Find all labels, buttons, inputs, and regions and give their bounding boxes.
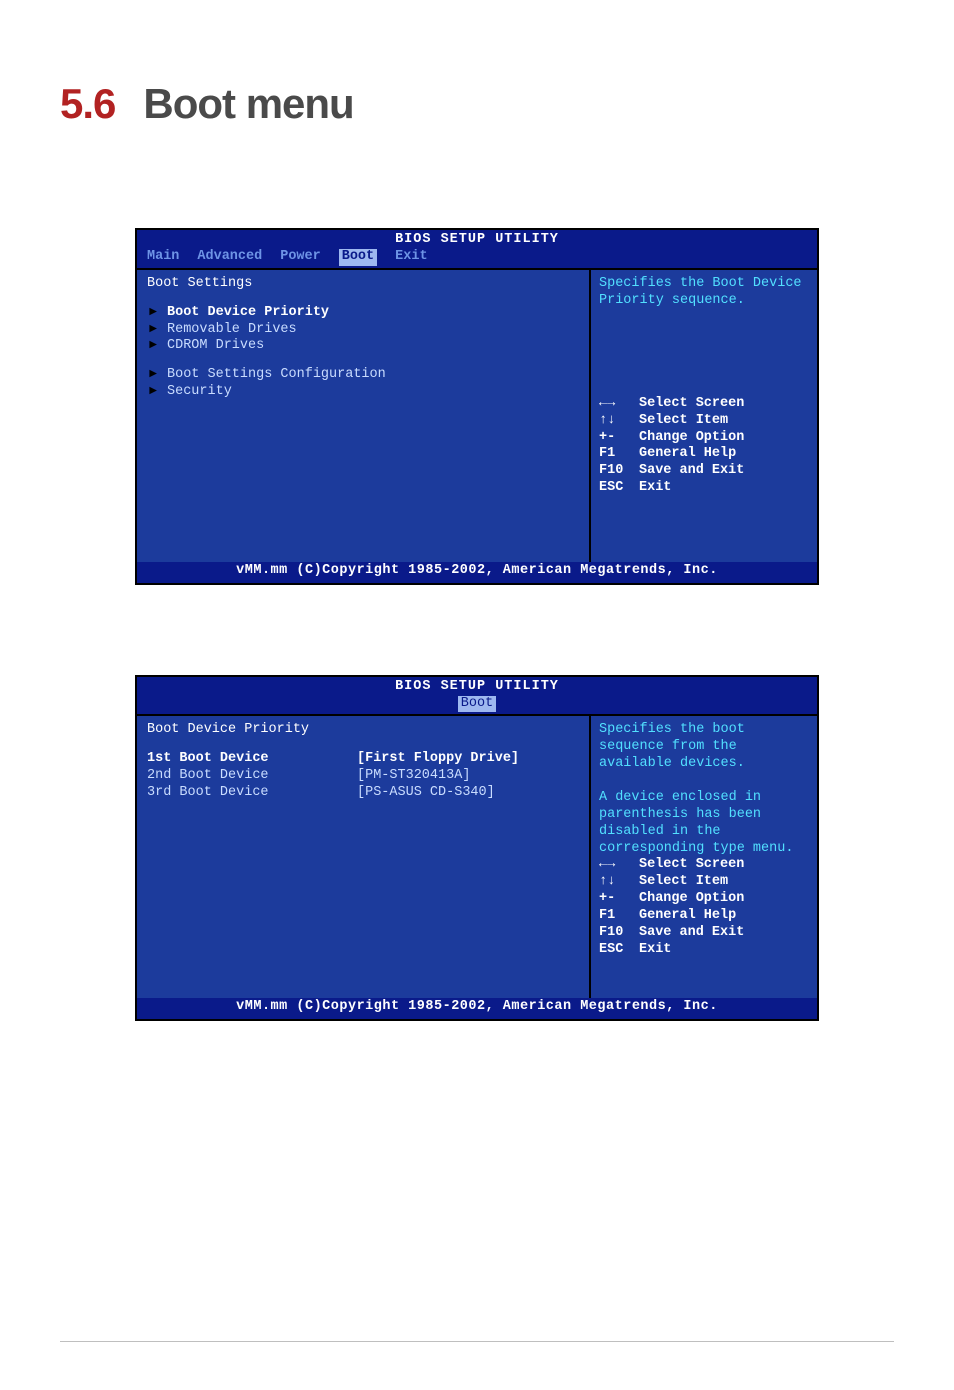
key-help-label: General Help xyxy=(639,908,736,925)
submenu-boot-device-priority[interactable]: ▸ Boot Device Priority xyxy=(147,305,579,322)
tab-boot[interactable]: Boot xyxy=(339,249,377,266)
key-help-label: Select Item xyxy=(639,413,728,430)
tab-exit[interactable]: Exit xyxy=(395,249,427,266)
submenu-arrow-icon: ▸ xyxy=(147,305,159,322)
bios-left-panel: Boot Settings ▸ Boot Device Priority ▸ R… xyxy=(137,268,591,562)
page-footer-rule xyxy=(60,1341,894,1342)
section-number: 5.6 xyxy=(60,80,115,127)
key-help-key: F10 xyxy=(599,463,633,480)
submenu-arrow-icon: ▸ xyxy=(147,322,159,339)
option-value: [First Floppy Drive] xyxy=(357,751,519,768)
tab-power[interactable]: Power xyxy=(280,249,321,266)
key-help-key: ESC xyxy=(599,942,633,959)
submenu-label: Security xyxy=(167,384,232,401)
key-help-key: ESC xyxy=(599,480,633,497)
option-1st-boot-device[interactable]: 1st Boot Device [First Floppy Drive] xyxy=(147,751,579,768)
option-3rd-boot-device[interactable]: 3rd Boot Device [PS-ASUS CD-S340] xyxy=(147,785,579,802)
option-key: 1st Boot Device xyxy=(147,751,357,768)
help-text: Specifies the boot sequence from the ava… xyxy=(599,722,809,857)
key-help-label: Select Screen xyxy=(639,396,744,413)
key-help-label: Save and Exit xyxy=(639,463,744,480)
key-help-key: ↑↓ xyxy=(599,874,633,891)
tab-advanced[interactable]: Advanced xyxy=(197,249,262,266)
submenu-security[interactable]: ▸ Security xyxy=(147,384,579,401)
tab-main[interactable]: Main xyxy=(147,249,179,266)
key-help-key: +- xyxy=(599,891,633,908)
option-key: 3rd Boot Device xyxy=(147,785,357,802)
option-key: 2nd Boot Device xyxy=(147,768,357,785)
panel-heading: Boot Device Priority xyxy=(147,722,579,745)
key-help-label: Exit xyxy=(639,942,671,959)
key-help-label: Select Item xyxy=(639,874,728,891)
bios-title: BIOS SETUP UTILITY xyxy=(137,230,817,249)
bios-footer: vMM.mm (C)Copyright 1985-2002, American … xyxy=(137,998,817,1019)
submenu-cdrom-drives[interactable]: ▸ CDROM Drives xyxy=(147,338,579,355)
key-help-label: General Help xyxy=(639,446,736,463)
submenu-label: Boot Settings Configuration xyxy=(167,367,386,384)
tab-boot[interactable]: Boot xyxy=(458,696,496,713)
submenu-arrow-icon: ▸ xyxy=(147,367,159,384)
bios-screenshot-boot-device-priority: BIOS SETUP UTILITY Boot Boot Device Prio… xyxy=(135,675,819,1022)
key-help-key: F1 xyxy=(599,908,633,925)
key-help-key: ←→ xyxy=(599,857,633,874)
submenu-label: Removable Drives xyxy=(167,322,297,339)
submenu-arrow-icon: ▸ xyxy=(147,338,159,355)
option-value: [PM-ST320413A] xyxy=(357,768,470,785)
option-value: [PS-ASUS CD-S340] xyxy=(357,785,495,802)
section-title: Boot menu xyxy=(143,80,353,127)
key-help-key: +- xyxy=(599,430,633,447)
key-help-label: Change Option xyxy=(639,430,744,447)
bios-screenshot-boot-settings: BIOS SETUP UTILITY Main Advanced Power B… xyxy=(135,228,819,585)
key-help-label: Exit xyxy=(639,480,671,497)
help-text: Specifies the Boot Device Priority seque… xyxy=(599,276,809,396)
key-help: ←→ Select Screen ↑↓ Select Item +- Change O… xyxy=(599,857,809,958)
key-help-label: Select Screen xyxy=(639,857,744,874)
bios-left-panel: Boot Device Priority 1st Boot Device [Fi… xyxy=(137,714,591,998)
bios-menu-bar: Main Advanced Power Boot Exit xyxy=(137,249,817,268)
bios-menu-bar: Boot xyxy=(137,696,817,715)
key-help-key: ←→ xyxy=(599,396,633,413)
bios-help-panel: Specifies the boot sequence from the ava… xyxy=(591,714,817,998)
key-help-label: Save and Exit xyxy=(639,925,744,942)
key-help-key: F10 xyxy=(599,925,633,942)
submenu-arrow-icon: ▸ xyxy=(147,384,159,401)
submenu-label: CDROM Drives xyxy=(167,338,264,355)
key-help-key: ↑↓ xyxy=(599,413,633,430)
bios-title: BIOS SETUP UTILITY xyxy=(137,677,817,696)
panel-heading: Boot Settings xyxy=(147,276,579,299)
bios-help-panel: Specifies the Boot Device Priority seque… xyxy=(591,268,817,562)
option-2nd-boot-device[interactable]: 2nd Boot Device [PM-ST320413A] xyxy=(147,768,579,785)
bios-footer: vMM.mm (C)Copyright 1985-2002, American … xyxy=(137,562,817,583)
submenu-removable-drives[interactable]: ▸ Removable Drives xyxy=(147,322,579,339)
key-help-key: F1 xyxy=(599,446,633,463)
section-heading: 5.6 Boot menu xyxy=(60,80,894,128)
submenu-boot-settings-configuration[interactable]: ▸ Boot Settings Configuration xyxy=(147,367,579,384)
submenu-label: Boot Device Priority xyxy=(167,305,329,322)
key-help: ←→ Select Screen ↑↓ Select Item +- Change O… xyxy=(599,396,809,497)
key-help-label: Change Option xyxy=(639,891,744,908)
